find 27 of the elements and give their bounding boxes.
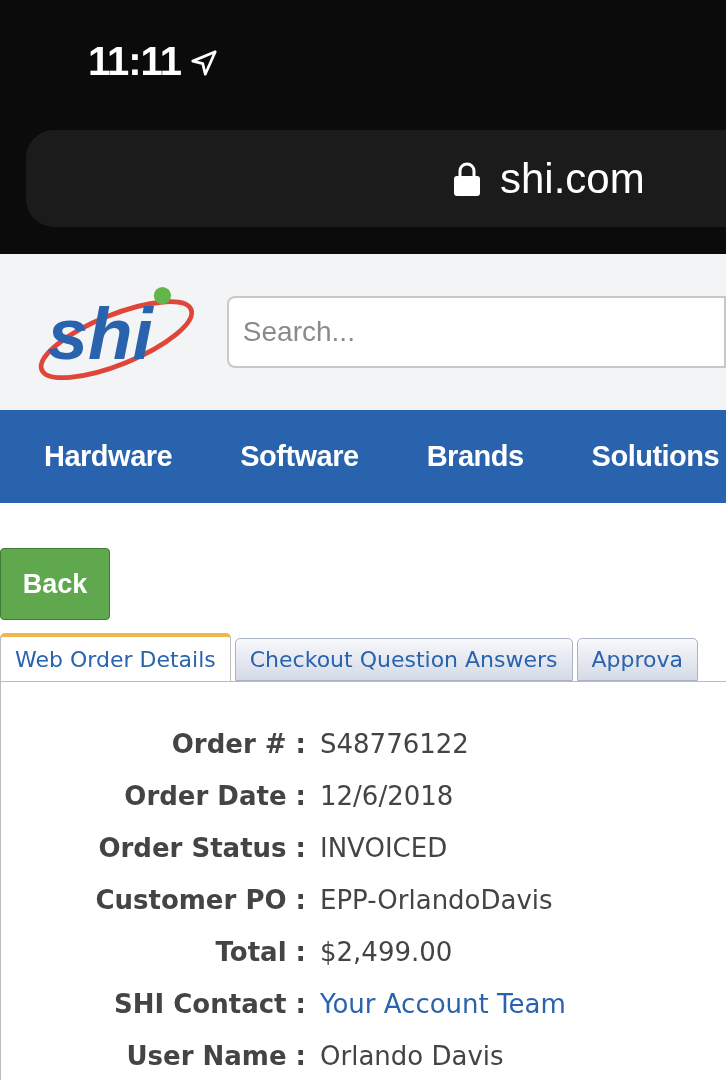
field-value: S48776122 — [320, 728, 470, 761]
address-bar[interactable]: shi.com — [26, 130, 726, 227]
field-value: 12/6/2018 — [320, 780, 455, 813]
tab[interactable]: Approva — [576, 638, 699, 681]
contact-link[interactable]: Your Account Team — [320, 988, 726, 1021]
field-value: $2,499.00 — [320, 936, 454, 969]
field-value: Orlando Davis — [320, 1040, 505, 1073]
field-label: User Name : — [125, 1040, 306, 1073]
field-value: EPP-OrlandoDavis — [320, 884, 554, 917]
search-field[interactable]: Search... — [226, 296, 726, 368]
field-value: INVOICED — [320, 832, 449, 865]
field-label: Order Date : — [123, 780, 306, 813]
nav-link[interactable]: Software — [240, 434, 359, 479]
lock-icon — [452, 160, 482, 197]
field-label: SHI Contact : — [113, 988, 306, 1021]
tab[interactable]: Web Order Details — [0, 633, 231, 681]
field-label: Order Status : — [97, 832, 306, 865]
tab[interactable]: Checkout Question Answers — [234, 638, 573, 681]
nav-link[interactable]: Solutions — [591, 434, 720, 479]
url-text: shi.com — [500, 154, 645, 204]
field-label: Customer PO : — [94, 884, 306, 917]
location-arrow-icon — [188, 48, 219, 78]
status-time: 11:11 — [88, 38, 181, 85]
field-label: Order # : — [170, 728, 306, 761]
nav-link[interactable]: Brands — [426, 434, 524, 479]
nav-link[interactable]: Hardware — [44, 434, 173, 479]
field-label: Total : — [214, 936, 306, 969]
